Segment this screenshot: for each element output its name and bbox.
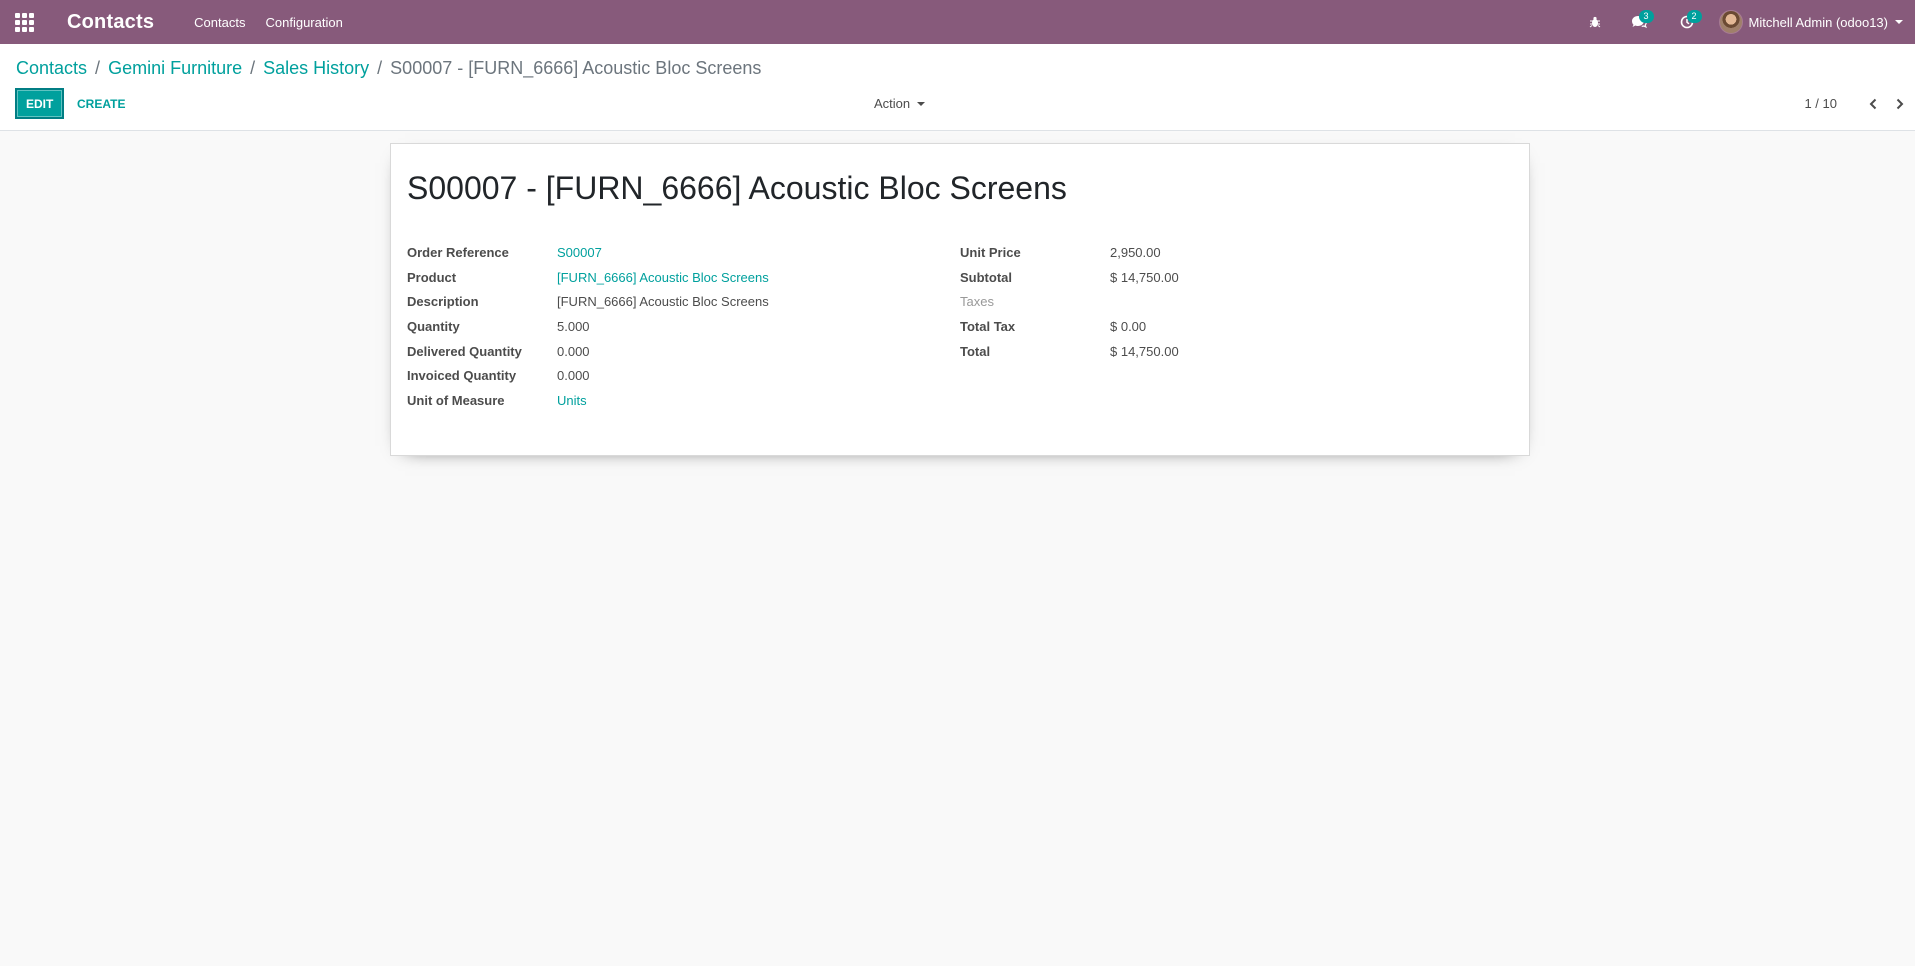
delivered-quantity-value: 0.000 xyxy=(557,343,590,359)
form-sheet: S00007 - [FURN_6666] Acoustic Bloc Scree… xyxy=(390,143,1530,456)
messaging-button[interactable]: 3 xyxy=(1615,0,1663,44)
invoiced-quantity-value: 0.000 xyxy=(557,368,590,384)
field-label: Taxes xyxy=(960,294,994,310)
breadcrumb-separator: / xyxy=(377,58,383,78)
field-label: Quantity xyxy=(407,318,460,334)
product-link[interactable]: [FURN_6666] Acoustic Bloc Screens xyxy=(557,270,769,285)
apps-grid-icon xyxy=(14,12,34,32)
pager-value[interactable]: 1 / 10 xyxy=(1804,88,1837,119)
apps-menu-button[interactable] xyxy=(0,0,48,44)
action-label: Action xyxy=(874,96,911,111)
avatar xyxy=(1718,10,1743,34)
chevron-down-icon xyxy=(917,101,926,106)
debug-bug-icon[interactable] xyxy=(1575,0,1615,44)
record-title: S00007 - [FURN_6666] Acoustic Bloc Scree… xyxy=(407,170,1067,206)
chat-count-badge: 3 xyxy=(1638,10,1654,23)
description-value: [FURN_6666] Acoustic Bloc Screens xyxy=(557,294,769,310)
field-label: Total Tax xyxy=(960,318,1016,334)
create-button[interactable]: CREATE xyxy=(77,88,125,119)
field-delivered-quantity: Delivered Quantity 0.000 xyxy=(407,339,769,364)
edit-button[interactable]: EDIT xyxy=(15,88,65,119)
breadcrumb-separator: / xyxy=(95,58,101,78)
field-taxes: Taxes xyxy=(960,289,1179,314)
chevron-left-icon xyxy=(1869,98,1877,109)
field-label: Order Reference xyxy=(407,244,509,260)
field-unit-of-measure: Unit of Measure Units xyxy=(407,388,769,413)
field-label: Subtotal xyxy=(960,269,1012,285)
pager-previous-button[interactable] xyxy=(1861,88,1885,119)
field-order-reference: Order Reference S00007 xyxy=(407,240,769,265)
field-unit-price: Unit Price 2,950.00 xyxy=(960,240,1179,265)
field-label: Invoiced Quantity xyxy=(407,368,517,384)
breadcrumb-separator: / xyxy=(250,58,256,78)
field-label: Product xyxy=(407,269,457,285)
subtotal-value: $ 14,750.00 xyxy=(1110,269,1179,285)
quantity-value: 5.000 xyxy=(557,318,590,334)
field-label: Unit Price xyxy=(960,244,1021,260)
field-description: Description [FURN_6666] Acoustic Bloc Sc… xyxy=(407,289,769,314)
field-invoiced-quantity: Invoiced Quantity 0.000 xyxy=(407,363,769,388)
user-menu[interactable]: Mitchell Admin (odoo13) xyxy=(1718,10,1903,34)
field-total-tax: Total Tax $ 0.00 xyxy=(960,314,1179,339)
pager-next-button[interactable] xyxy=(1888,88,1912,119)
field-subtotal: Subtotal $ 14,750.00 xyxy=(960,265,1179,290)
control-panel: Contacts / Gemini Furniture / Sales Hist… xyxy=(0,44,1915,131)
action-dropdown[interactable]: Action xyxy=(874,88,926,119)
breadcrumb-gemini-furniture[interactable]: Gemini Furniture xyxy=(108,58,242,79)
field-total: Total $ 14,750.00 xyxy=(960,339,1179,364)
top-navbar: Contacts Contacts Configuration 3 2 Mitc… xyxy=(0,0,1915,44)
order-reference-link[interactable]: S00007 xyxy=(557,245,602,260)
total-tax-value: $ 0.00 xyxy=(1110,318,1147,334)
user-name: Mitchell Admin (odoo13) xyxy=(1748,14,1888,30)
field-label: Unit of Measure xyxy=(407,392,505,408)
breadcrumb-sales-history[interactable]: Sales History xyxy=(263,58,369,79)
unit-of-measure-link[interactable]: Units xyxy=(557,393,587,408)
menu-contacts[interactable]: Contacts xyxy=(194,15,245,30)
app-title[interactable]: Contacts xyxy=(67,11,154,34)
breadcrumb: Contacts / Gemini Furniture / Sales Hist… xyxy=(16,58,761,79)
field-label: Description xyxy=(407,294,479,310)
field-label: Total xyxy=(960,343,991,359)
total-value: $ 14,750.00 xyxy=(1110,343,1179,359)
menu-configuration[interactable]: Configuration xyxy=(265,15,342,30)
breadcrumb-contacts[interactable]: Contacts xyxy=(16,58,87,79)
activity-count-badge: 2 xyxy=(1686,10,1702,23)
activities-button[interactable]: 2 xyxy=(1663,0,1711,44)
chevron-right-icon xyxy=(1896,98,1904,109)
left-field-group: Order Reference S00007 Product [FURN_666… xyxy=(407,240,769,413)
chevron-down-icon xyxy=(1895,20,1903,24)
field-quantity: Quantity 5.000 xyxy=(407,314,769,339)
breadcrumb-current: S00007 - [FURN_6666] Acoustic Bloc Scree… xyxy=(390,58,762,78)
field-product: Product [FURN_6666] Acoustic Bloc Screen… xyxy=(407,265,769,290)
unit-price-value: 2,950.00 xyxy=(1110,244,1161,260)
right-field-group: Unit Price 2,950.00 Subtotal $ 14,750.00… xyxy=(960,240,1179,363)
field-label: Delivered Quantity xyxy=(407,343,522,359)
